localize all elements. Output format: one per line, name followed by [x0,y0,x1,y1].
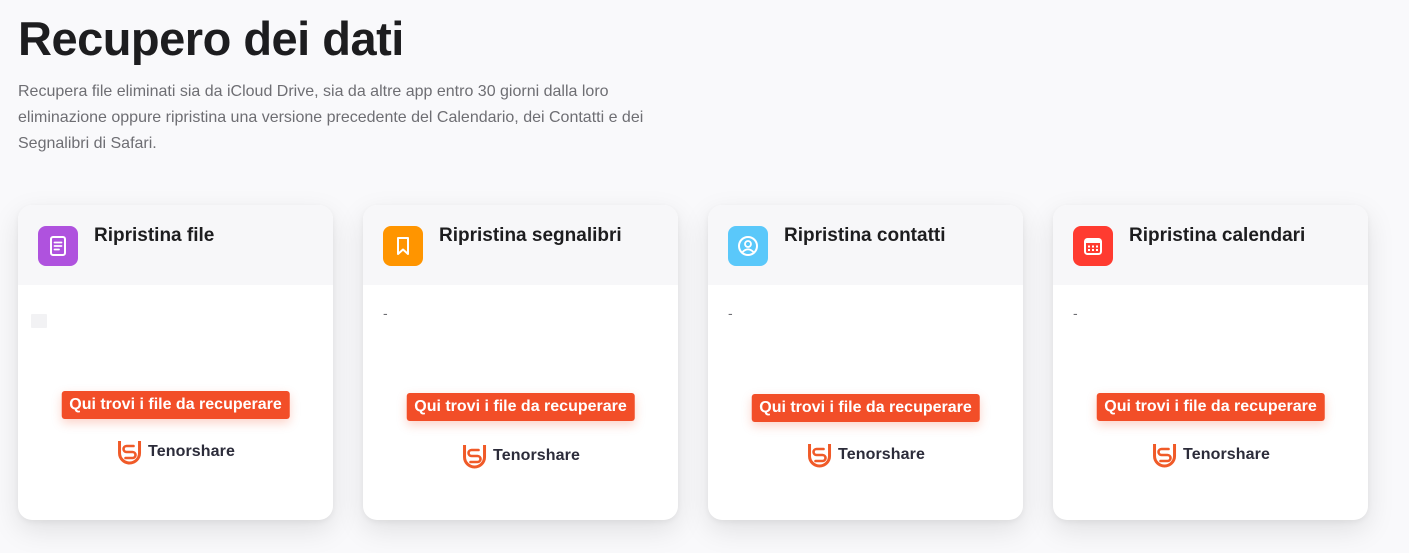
card-title: Ripristina segnalibri [439,225,622,246]
card-title: Ripristina contatti [784,225,946,246]
recover-files-ad-button[interactable]: Qui trovi i file da recuperare [751,394,980,422]
page-title: Recupero dei dati [18,12,404,65]
tenorshare-logo[interactable]: Tenorshare [806,441,925,469]
brand-name: Tenorshare [1183,446,1270,463]
tenorshare-logo[interactable]: Tenorshare [461,442,580,470]
contact-icon [728,226,768,266]
tenorshare-logo[interactable]: Tenorshare [116,438,235,466]
recover-files-ad-button[interactable]: Qui trovi i file da recuperare [406,393,635,421]
tenorshare-logo-icon [1152,444,1176,468]
recover-files-ad-button[interactable]: Qui trovi i file da recuperare [1096,393,1325,421]
page-description: Recupera file eliminati sia da iCloud Dr… [18,83,644,152]
card-restore-calendars[interactable]: Ripristina calendari - Qui trovi i file … [1053,205,1368,520]
bookmark-icon [383,226,423,266]
calendar-icon [1073,226,1113,266]
card-restore-bookmarks[interactable]: Ripristina segnalibri - Qui trovi i file… [363,205,678,520]
brand-name: Tenorshare [148,443,235,460]
file-list-placeholder [31,314,47,328]
recover-files-ad-button[interactable]: Qui trovi i file da recuperare [61,391,290,419]
card-body-text: - [728,305,733,321]
card-body-text: - [383,305,388,321]
card-restore-contacts[interactable]: Ripristina contatti - Qui trovi i file d… [708,205,1023,520]
tenorshare-logo[interactable]: Tenorshare [1151,441,1270,469]
brand-name: Tenorshare [493,447,580,464]
card-title: Ripristina file [94,225,215,246]
brand-name: Tenorshare [838,446,925,463]
document-icon [38,226,78,266]
card-restore-files[interactable]: Ripristina file Qui trovi i file da recu… [18,205,333,520]
card-body-text: - [1073,305,1078,321]
tenorshare-logo-icon [807,444,831,468]
tenorshare-logo-icon [117,441,141,465]
tenorshare-logo-icon [462,445,486,469]
card-title: Ripristina calendari [1129,225,1306,246]
